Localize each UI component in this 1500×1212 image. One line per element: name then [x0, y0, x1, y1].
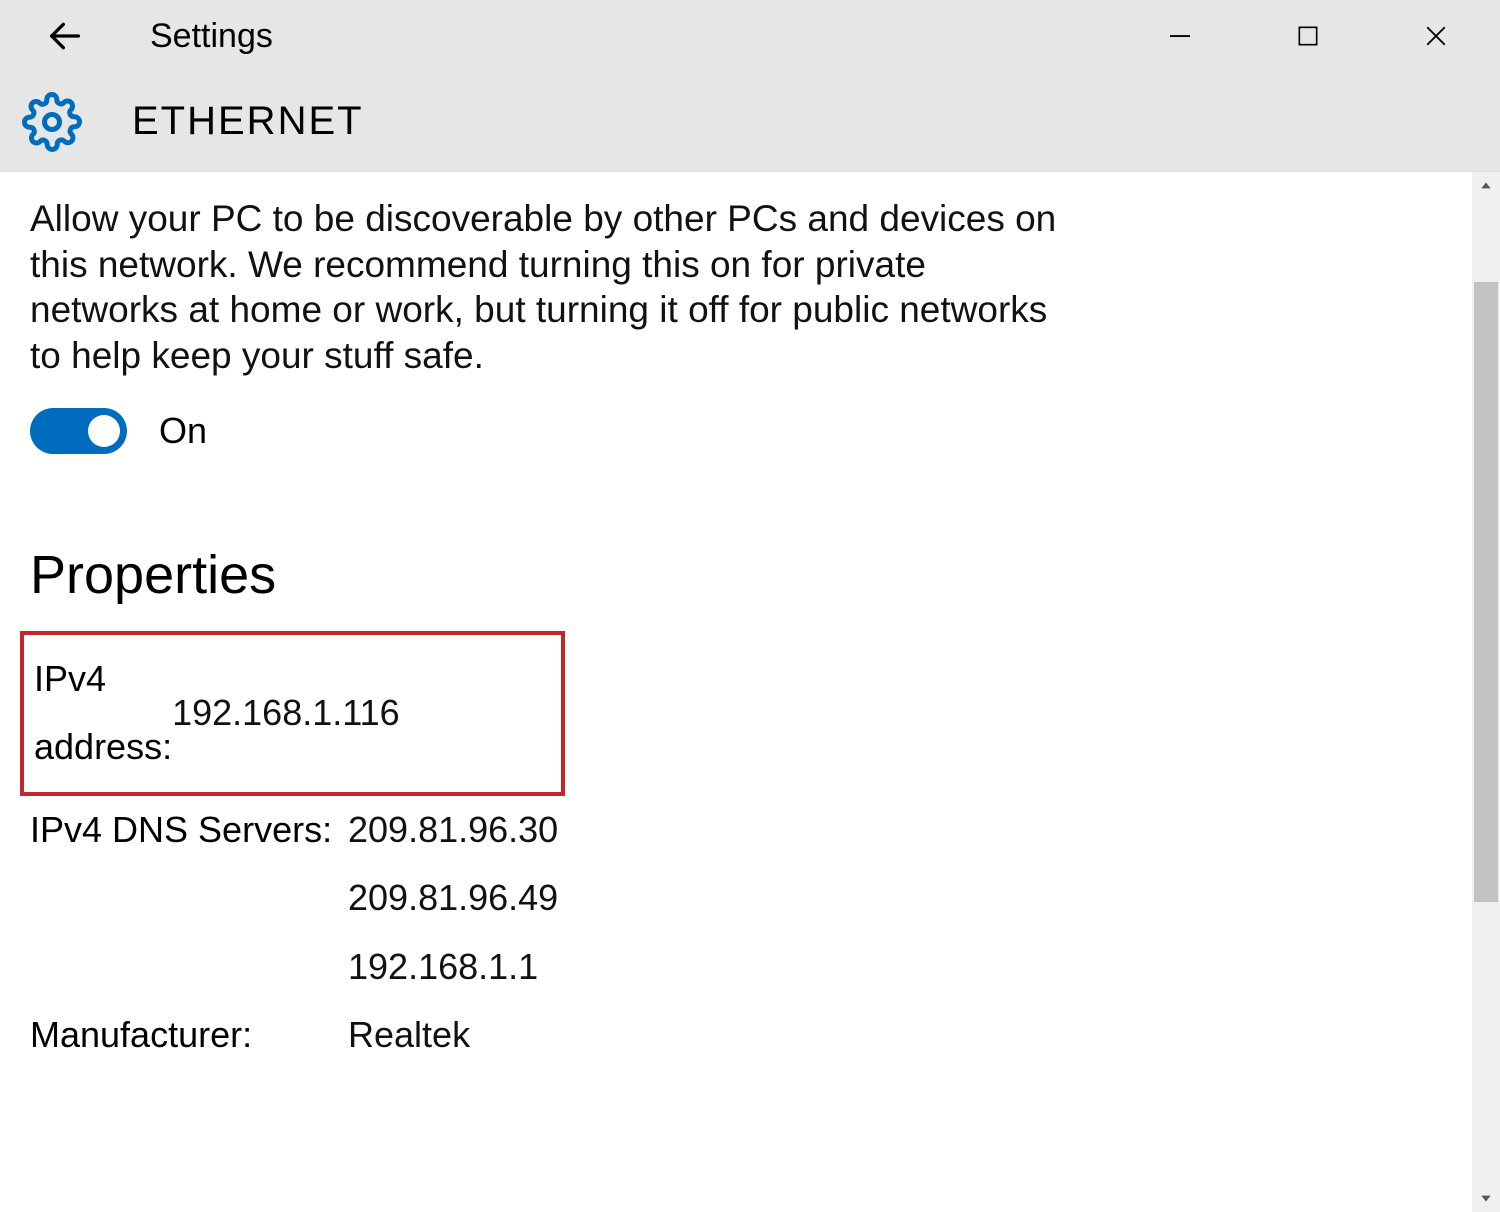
maximize-icon: [1295, 23, 1321, 49]
page-title: ETHERNET: [132, 99, 364, 144]
content-scroll-area: Allow your PC to be discoverable by othe…: [0, 172, 1500, 1212]
ipv4-dns-row-3: 192.168.1.1: [30, 933, 1430, 1001]
ipv4-dns-value-2: 209.81.96.49: [348, 864, 558, 932]
title-bar: Settings: [0, 0, 1500, 72]
back-button[interactable]: [40, 11, 90, 61]
discoverability-description: Allow your PC to be discoverable by othe…: [30, 196, 1060, 378]
properties-heading: Properties: [30, 544, 1430, 606]
manufacturer-value: Realtek: [348, 1001, 470, 1069]
ipv4-dns-value-1: 209.81.96.30: [348, 796, 558, 864]
chevron-down-icon: [1479, 1191, 1493, 1205]
maximize-button[interactable]: [1244, 0, 1372, 72]
content: Allow your PC to be discoverable by othe…: [0, 172, 1470, 1212]
manufacturer-row: Manufacturer: Realtek: [30, 1001, 1430, 1069]
minimize-button[interactable]: [1116, 0, 1244, 72]
manufacturer-label: Manufacturer:: [30, 1001, 348, 1069]
properties-table: IPv4 address: 192.168.1.116 IPv4 DNS Ser…: [30, 631, 1430, 1069]
discoverability-toggle-row: On: [30, 408, 1430, 454]
chevron-up-icon: [1479, 179, 1493, 193]
scroll-up-button[interactable]: [1472, 172, 1500, 200]
toggle-state-label: On: [159, 410, 207, 452]
discoverability-toggle[interactable]: [30, 408, 127, 454]
vertical-scrollbar[interactable]: [1472, 172, 1500, 1212]
scroll-thumb[interactable]: [1474, 282, 1498, 902]
ipv4-dns-label: IPv4 DNS Servers:: [30, 796, 348, 864]
ipv4-address-row: IPv4 address: 192.168.1.116: [20, 631, 565, 796]
ipv4-address-label: IPv4 address:: [34, 645, 172, 782]
ipv4-address-value: 192.168.1.116: [172, 679, 400, 747]
ipv4-dns-row-2: 209.81.96.49: [30, 864, 1430, 932]
ipv4-dns-row: IPv4 DNS Servers: 209.81.96.30: [30, 796, 1430, 864]
window-controls: [1116, 0, 1500, 72]
page-header: ETHERNET: [0, 72, 1500, 172]
close-icon: [1421, 21, 1451, 51]
minimize-icon: [1165, 21, 1195, 51]
gear-icon: [22, 92, 82, 152]
window-title: Settings: [150, 17, 273, 56]
toggle-knob: [88, 415, 120, 447]
close-button[interactable]: [1372, 0, 1500, 72]
ipv4-dns-value-3: 192.168.1.1: [348, 933, 538, 1001]
scroll-down-button[interactable]: [1472, 1184, 1500, 1212]
arrow-left-icon: [45, 16, 85, 56]
